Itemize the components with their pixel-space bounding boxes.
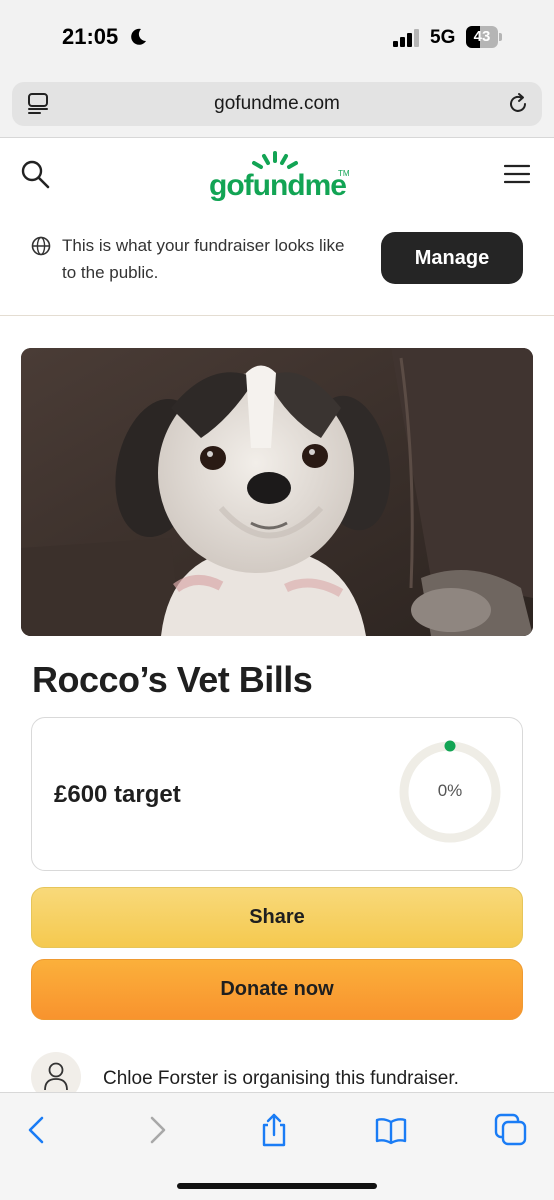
menu-icon[interactable] xyxy=(504,163,530,185)
dog-photo-image xyxy=(21,348,533,636)
campaign-title: Rocco’s Vet Bills xyxy=(32,659,313,700)
donate-now-button[interactable]: Donate now xyxy=(31,959,523,1020)
browser-address-area: gofundme.com xyxy=(0,78,554,138)
moon-icon xyxy=(131,28,146,45)
organiser-row[interactable]: Chloe Forster is organising this fundrai… xyxy=(31,1052,541,1092)
site-header: gofundme TM xyxy=(0,139,554,215)
forward-icon[interactable] xyxy=(140,1113,174,1147)
tabs-icon[interactable] xyxy=(494,1113,528,1147)
progress-percent: 0% xyxy=(437,781,463,800)
globe-icon xyxy=(31,236,51,256)
progress-card: £600 target 0% xyxy=(31,717,523,871)
reload-icon[interactable] xyxy=(506,92,530,116)
logo-text: gofundme xyxy=(209,169,347,202)
person-icon xyxy=(44,1062,68,1091)
signal-icon xyxy=(393,29,419,47)
home-indicator[interactable] xyxy=(177,1183,377,1189)
logo-tm: TM xyxy=(338,169,350,178)
share-icon[interactable] xyxy=(257,1113,291,1147)
avatar xyxy=(31,1052,81,1092)
url-text[interactable]: gofundme.com xyxy=(12,93,542,115)
status-time: 21:05 xyxy=(62,24,119,49)
notice-text: This is what your fundraiser looks like … xyxy=(62,236,345,282)
battery-level: 43 xyxy=(473,28,491,45)
address-bar[interactable]: gofundme.com xyxy=(12,82,542,126)
campaign-photo xyxy=(21,348,533,636)
search-icon[interactable] xyxy=(20,159,50,189)
target-amount: £600 target xyxy=(54,781,181,808)
battery-icon: 43 xyxy=(466,26,502,48)
status-bar: 21:05 5G 43 xyxy=(0,0,554,78)
bookmarks-icon[interactable] xyxy=(374,1113,408,1147)
organiser-text: Chloe Forster is organising this fundrai… xyxy=(103,1068,459,1089)
public-preview-notice: This is what your fundraiser looks like … xyxy=(0,215,554,316)
gofundme-logo[interactable]: gofundme TM xyxy=(209,151,350,203)
back-icon[interactable] xyxy=(20,1113,54,1147)
progress-ring-indicator xyxy=(444,740,456,752)
share-button[interactable]: Share xyxy=(31,887,523,948)
manage-button[interactable]: Manage xyxy=(381,232,523,284)
network-label: 5G xyxy=(430,27,456,48)
